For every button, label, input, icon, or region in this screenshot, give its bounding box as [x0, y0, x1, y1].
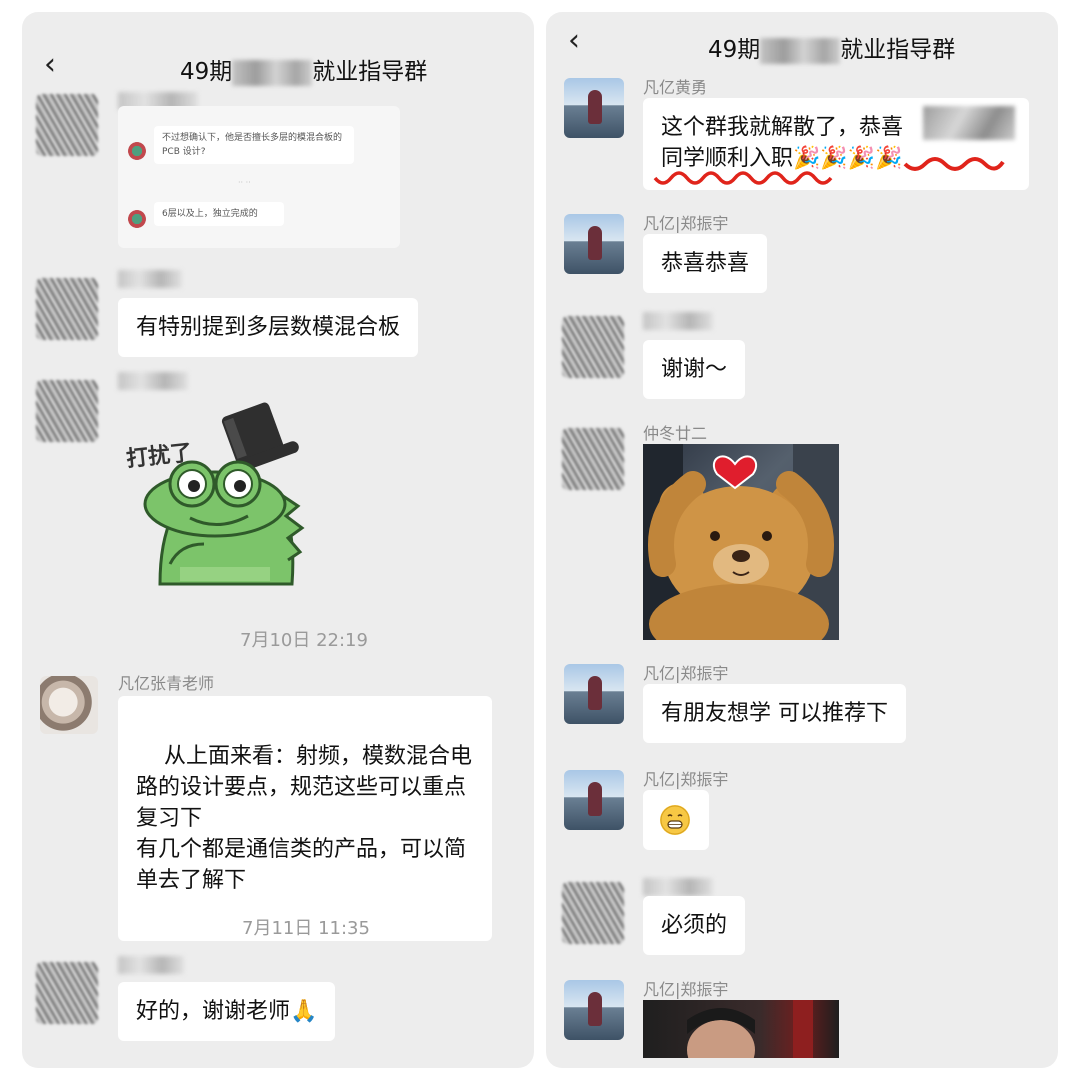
quoted-message: 6层以及上，独立完成的 — [154, 202, 284, 226]
timestamp: 7月10日 22:19 — [240, 630, 368, 651]
message-text: 谢谢～ — [661, 357, 728, 382]
message-text: 从上面来看：射频，模数混合电路的设计要点，规范这些可以重点复习下 有几个都是通信… — [136, 744, 472, 893]
quoted-screenshot-image[interactable]: 不过想确认下，他是否擅长多层的模混合板的 PCB 设计? ·· ·· 6层以及上… — [118, 106, 400, 248]
message-bubble[interactable]: 这个群我就解散了，恭喜 同学顺利入职🎉🎉🎉🎉 — [643, 98, 1029, 190]
timestamp: 7月11日 11:35 — [242, 918, 370, 939]
person-photo[interactable] — [643, 1000, 839, 1058]
avatar[interactable] — [562, 882, 624, 944]
redacted-name-blur — [643, 878, 713, 896]
message-text: 必须的 — [661, 913, 728, 938]
chat-title: 49期 就业指导群 — [708, 30, 955, 64]
quoted-message: 不过想确认下，他是否擅长多层的模混合板的 PCB 设计? — [154, 126, 354, 164]
frog-top-hat-icon — [143, 402, 305, 586]
chat-title-suffix: 就业指导群 — [312, 59, 428, 85]
avatar[interactable] — [564, 980, 624, 1040]
sender-name: 凡亿黄勇 — [643, 78, 708, 97]
redacted-title-blur — [760, 37, 841, 64]
grinning-face-icon — [660, 805, 690, 835]
avatar[interactable] — [40, 676, 98, 734]
avatar — [128, 210, 146, 228]
chat-title: 49期 就业指导群 — [180, 52, 427, 86]
chat-title-prefix: 49期 — [180, 59, 233, 85]
message-text: 好的，谢谢老师🙏 — [136, 999, 318, 1024]
redacted-name-blur — [118, 956, 184, 974]
teddy-bear-icon — [643, 444, 839, 640]
chat-title-prefix: 49期 — [708, 37, 761, 63]
avatar[interactable] — [564, 214, 624, 274]
quoted-time: ·· ·· — [238, 178, 251, 187]
message-text: 有朋友想学 可以推荐下 — [661, 701, 888, 726]
avatar[interactable] — [36, 962, 98, 1024]
redacted-name-blur — [118, 270, 182, 288]
sender-name: 仲冬廿二 — [643, 424, 708, 443]
person-photo-icon — [687, 1000, 813, 1058]
redacted-title-blur — [232, 59, 313, 86]
avatar[interactable] — [564, 770, 624, 830]
left-chat-screenshot: ‹ 49期 就业指导群 不过想确认下，他是否擅长多层的模混合板的 PCB 设计? … — [22, 12, 534, 1068]
message-bubble[interactable]: 有朋友想学 可以推荐下 — [643, 684, 906, 743]
avatar[interactable] — [564, 664, 624, 724]
avatar[interactable] — [562, 428, 624, 490]
sticker-caption: 打扰了 — [125, 440, 194, 473]
frog-sticker[interactable]: 打扰了 — [120, 394, 310, 594]
back-chevron-icon[interactable]: ‹ — [568, 26, 580, 56]
sender-name: 凡亿|郑振宇 — [643, 770, 729, 789]
avatar[interactable] — [36, 278, 98, 340]
teddy-bear-photo[interactable] — [643, 444, 839, 640]
redacted-name-blur — [923, 106, 1015, 140]
message-bubble[interactable]: 有特别提到多层数模混合板 — [118, 298, 419, 357]
sender-name: 凡亿|郑振宇 — [643, 980, 729, 999]
redacted-name-blur — [118, 372, 188, 390]
message-text: 有特别提到多层数模混合板 — [136, 315, 401, 340]
sender-name: 凡亿|郑振宇 — [643, 214, 729, 233]
message-bubble[interactable]: 必须的 — [643, 896, 746, 955]
redacted-name-blur — [643, 312, 713, 330]
message-bubble[interactable]: 谢谢～ — [643, 340, 746, 399]
message-bubble[interactable]: 恭喜恭喜 — [643, 234, 768, 293]
sender-name: 凡亿张青老师 — [118, 674, 215, 693]
message-bubble[interactable]: 从上面来看：射频，模数混合电路的设计要点，规范这些可以重点复习下 有几个都是通信… — [118, 696, 492, 941]
avatar[interactable] — [36, 380, 98, 442]
message-bubble[interactable]: 好的，谢谢老师🙏 — [118, 982, 336, 1041]
avatar[interactable] — [564, 78, 624, 138]
message-text: 恭喜恭喜 — [661, 251, 750, 276]
chat-title-suffix: 就业指导群 — [840, 37, 956, 63]
sender-name: 凡亿|郑振宇 — [643, 664, 729, 683]
avatar[interactable] — [562, 316, 624, 378]
message-bubble[interactable] — [643, 790, 709, 850]
back-chevron-icon[interactable]: ‹ — [44, 50, 56, 80]
avatar[interactable] — [36, 94, 98, 156]
red-underline-mark — [653, 157, 1005, 185]
right-chat-screenshot: ‹ 49期 就业指导群 凡亿黄勇 这个群我就解散了，恭喜 同学顺利入职🎉🎉🎉🎉 凡… — [546, 12, 1058, 1068]
avatar — [128, 142, 146, 160]
